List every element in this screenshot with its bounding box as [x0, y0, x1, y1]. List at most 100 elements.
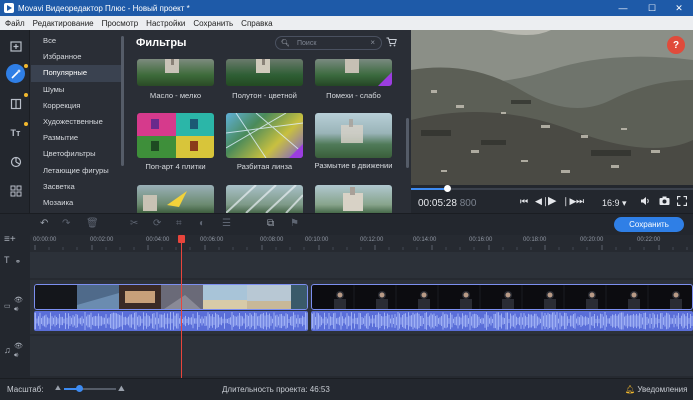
ruler-tick: 00:16:00 — [469, 237, 493, 243]
filter-label: Поп-арт 4 плитки — [145, 162, 206, 171]
cart-icon[interactable] — [386, 37, 397, 49]
menu-edit[interactable]: Редактирование — [33, 19, 94, 28]
clear-search-icon[interactable]: × — [370, 38, 375, 47]
text-track-icon: T — [4, 255, 10, 265]
filter-thumb[interactable] — [137, 185, 214, 213]
filter-thumb[interactable] — [226, 113, 303, 158]
category-item[interactable]: Засветка — [31, 179, 123, 195]
import-icon[interactable] — [6, 36, 25, 55]
link-icon[interactable]: ⚭ — [15, 258, 21, 266]
close-button[interactable]: ✕ — [665, 0, 693, 16]
filter-category-list: Все Избранное Популярные Шумы Коррекция … — [31, 30, 123, 213]
zoom-out-icon[interactable]: ⛰ — [55, 385, 61, 393]
category-item[interactable]: Коррекция — [31, 98, 123, 114]
category-item[interactable]: Размытие — [31, 130, 123, 146]
transitions-icon[interactable] — [6, 94, 25, 113]
zoom-in-icon[interactable]: ⛰ — [118, 384, 125, 394]
video-preview[interactable] — [411, 30, 693, 185]
video-track-visibility-icon[interactable]: 👁︎ — [14, 296, 23, 304]
notifications[interactable]: 🔔︎ Уведомления — [625, 385, 687, 394]
category-item[interactable]: Избранное — [31, 49, 123, 65]
next-frame-icon[interactable]: ❘▶ — [562, 196, 576, 207]
category-scrollbar[interactable] — [121, 36, 124, 166]
add-track-icon[interactable]: ≡+ — [4, 234, 16, 245]
menu-export[interactable]: Сохранить — [193, 19, 233, 28]
skip-end-icon[interactable]: ⏭ — [576, 196, 584, 207]
ruler-tick: 00:20:00 — [580, 237, 604, 243]
filters-wand-icon[interactable] — [6, 64, 25, 83]
ruler-tick: 00:12:00 — [360, 237, 384, 243]
audio-track-visibility-icon[interactable]: 👁︎ — [14, 342, 23, 350]
filter-label: Масло - мелко — [149, 91, 202, 100]
filter-thumb[interactable] — [137, 59, 214, 86]
ruler-tick: 00:22:00 — [637, 237, 661, 243]
minimize-button[interactable]: — — [609, 0, 637, 16]
menu-view[interactable]: Просмотр — [102, 19, 139, 28]
volume-icon[interactable] — [640, 196, 650, 208]
filter-label: Размытие в движении — [314, 161, 393, 170]
seek-handle[interactable] — [444, 185, 451, 192]
category-item-selected[interactable]: Популярные — [31, 65, 123, 82]
ruler-tick: 00:10:00 — [305, 237, 329, 243]
filter-thumb[interactable] — [315, 185, 392, 213]
filter-label: Разбитая линза — [236, 162, 293, 171]
video-track-icon: ▭ — [4, 303, 11, 310]
ruler-tick: 00:02:00 — [90, 237, 114, 243]
more-tools-icon[interactable] — [6, 181, 25, 200]
category-item[interactable]: Летающие фигуры — [31, 163, 123, 179]
filter-search-box[interactable]: 🔍︎ × — [275, 36, 382, 50]
properties-icon[interactable]: ☰ — [222, 218, 231, 229]
seek-track[interactable] — [448, 188, 693, 190]
skip-start-icon[interactable]: ⏮ — [520, 196, 528, 207]
play-icon[interactable]: ▶ — [548, 194, 556, 207]
audio-track[interactable] — [30, 336, 693, 376]
video-clip[interactable] — [34, 284, 308, 310]
category-item[interactable]: Мозаика — [31, 195, 123, 211]
audio-waveform[interactable] — [311, 311, 693, 331]
category-item[interactable]: Шумы — [31, 82, 123, 98]
video-clip[interactable] — [311, 284, 693, 310]
category-item[interactable]: Цветофильтры — [31, 146, 123, 162]
text-track[interactable] — [30, 252, 693, 278]
maximize-button[interactable]: ☐ — [638, 0, 666, 16]
cut-icon[interactable]: ✂ — [130, 218, 138, 229]
undo-icon[interactable]: ↶ — [40, 218, 48, 229]
delete-icon[interactable]: 🗑︎ — [86, 218, 99, 229]
menu-help[interactable]: Справка — [241, 19, 272, 28]
marker-icon[interactable]: ⚑ — [290, 218, 299, 229]
menu-file[interactable]: Файл — [5, 19, 25, 28]
titles-icon[interactable]: Tт — [6, 123, 25, 142]
redo-icon[interactable]: ↷ — [62, 218, 70, 229]
filter-thumb[interactable] — [226, 59, 303, 86]
filters-scrollbar[interactable] — [406, 118, 409, 168]
audio-track-mute-icon[interactable]: 🔊︎ — [14, 352, 18, 360]
save-button[interactable]: Сохранить — [614, 217, 684, 232]
fullscreen-icon[interactable] — [676, 195, 688, 208]
snapshot-icon[interactable] — [659, 196, 670, 208]
stickers-icon[interactable] — [6, 152, 25, 171]
filter-thumb[interactable] — [137, 113, 214, 158]
menu-settings[interactable]: Настройки — [146, 19, 185, 28]
playhead-handle[interactable] — [178, 235, 185, 243]
project-duration: Длительность проекта: 46:53 — [222, 385, 330, 394]
crop-icon[interactable]: ⌗ — [176, 218, 182, 229]
help-button[interactable]: ? — [667, 36, 685, 54]
zoom-slider-handle[interactable] — [76, 385, 83, 392]
color-adjust-icon[interactable]: ◐ — [199, 218, 205, 229]
filter-search-input[interactable] — [297, 38, 367, 48]
insert-icon[interactable]: ⧉ — [267, 218, 274, 229]
filter-thumb[interactable] — [315, 59, 392, 86]
aspect-ratio-select[interactable]: 16:9 ▾ — [602, 198, 627, 209]
audio-waveform[interactable] — [34, 311, 308, 331]
timecode-time: 00:05:28 — [418, 198, 457, 209]
filter-thumb[interactable] — [315, 113, 392, 158]
playhead[interactable] — [181, 241, 182, 378]
category-item[interactable]: Художественные — [31, 114, 123, 130]
title-bar: Movavi Видеоредактор Плюс - Новый проект… — [0, 0, 693, 16]
category-item[interactable]: Все — [31, 33, 123, 49]
rotate-icon[interactable]: ⟳ — [153, 218, 161, 229]
video-track-mute-icon[interactable]: 🔊︎ — [14, 306, 18, 314]
premium-badge-icon — [289, 144, 303, 158]
music-track-icon: ♫ — [4, 345, 11, 355]
filter-thumb[interactable] — [226, 185, 303, 213]
